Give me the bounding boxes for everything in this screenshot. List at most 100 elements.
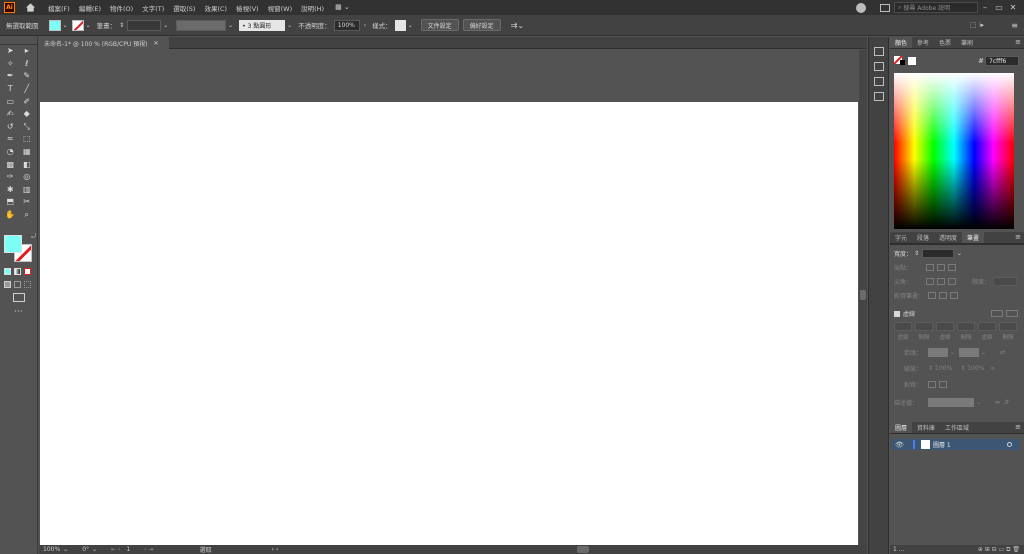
- shaper-tool-icon[interactable]: ✍: [5, 109, 15, 119]
- style-swatch[interactable]: [394, 19, 406, 31]
- selection-tool-icon[interactable]: ➤: [5, 46, 15, 56]
- layer-row[interactable]: 👁 圖層 1: [892, 439, 1020, 450]
- chevron-right-icon[interactable]: ›: [364, 22, 366, 29]
- lasso-tool-icon[interactable]: ℓ: [22, 59, 32, 69]
- arrow-place-icon[interactable]: [939, 381, 948, 388]
- rectangle-tool-icon[interactable]: ▭: [5, 97, 15, 107]
- tab-libraries[interactable]: 資料庫: [912, 422, 940, 433]
- panel-menu-icon[interactable]: ≡: [1015, 423, 1021, 431]
- menu-object[interactable]: 物件(O): [110, 3, 133, 13]
- line-tool-icon[interactable]: ╱: [22, 84, 32, 94]
- document-setup-button[interactable]: 文件設定: [420, 19, 459, 31]
- tab-stroke[interactable]: 筆畫: [962, 232, 985, 243]
- preferences-button[interactable]: 偏好設定: [462, 19, 501, 31]
- menu-window[interactable]: 視窗(W): [268, 3, 293, 13]
- chevron-right-icon[interactable]: ›: [272, 546, 274, 553]
- user-icon[interactable]: [856, 2, 866, 13]
- chevron-down-icon[interactable]: ⌄: [976, 399, 981, 406]
- profile-select[interactable]: [928, 398, 975, 407]
- dash-input-3[interactable]: [978, 322, 996, 331]
- stepper-icon[interactable]: ⇕: [928, 365, 933, 372]
- curvature-tool-icon[interactable]: ✎: [22, 71, 32, 81]
- menu-select[interactable]: 選取(S): [173, 3, 195, 13]
- fill-swatch[interactable]: [48, 19, 61, 31]
- direct-selection-tool-icon[interactable]: ▸: [22, 46, 32, 56]
- link-icon[interactable]: ∞: [990, 365, 995, 372]
- chevron-down-icon[interactable]: ⌄: [63, 22, 68, 29]
- menu-edit[interactable]: 編輯(E): [79, 3, 101, 13]
- weight-input[interactable]: [922, 249, 955, 258]
- arrow-extend-icon[interactable]: [928, 381, 937, 388]
- eraser-tool-icon[interactable]: ◆: [22, 109, 32, 119]
- close-icon[interactable]: ✕: [154, 40, 159, 47]
- gradient-tool-icon[interactable]: ◧: [22, 160, 32, 170]
- graph-tool-icon[interactable]: ▥: [22, 185, 32, 195]
- gap-input-1[interactable]: [915, 322, 933, 331]
- minimize-button[interactable]: –: [978, 3, 992, 12]
- panel-menu-icon[interactable]: ≡: [1015, 233, 1021, 241]
- dashed-checkbox[interactable]: [894, 310, 900, 317]
- flip-across-icon[interactable]: ⇹: [995, 399, 1000, 406]
- hand-tool-icon[interactable]: ✋: [5, 210, 15, 220]
- blend-tool-icon[interactable]: ◎: [22, 172, 32, 182]
- dash-align-icon[interactable]: [1006, 310, 1019, 317]
- zoom-level[interactable]: 100%: [43, 546, 60, 553]
- chevron-down-icon[interactable]: ⌄: [957, 250, 962, 257]
- black-swatch[interactable]: [900, 60, 905, 65]
- menu-view[interactable]: 檢視(V): [236, 3, 259, 13]
- draw-inside-icon[interactable]: [24, 281, 31, 288]
- panel-toggle-icon[interactable]: [880, 3, 890, 12]
- rotation-value[interactable]: 0°: [82, 546, 89, 553]
- dash-preserve-icon[interactable]: [991, 310, 1004, 317]
- close-button[interactable]: ✕: [1006, 3, 1020, 12]
- tab-swatches[interactable]: 色票: [934, 37, 956, 48]
- chevron-down-icon[interactable]: ⌄: [163, 22, 168, 29]
- round-join-icon[interactable]: [937, 278, 946, 285]
- hex-input[interactable]: 7cfff6: [985, 56, 1019, 66]
- tab-character[interactable]: 字元: [890, 232, 912, 243]
- properties-icon[interactable]: [873, 47, 884, 56]
- maximize-button[interactable]: ▭: [992, 3, 1006, 12]
- free-transform-tool-icon[interactable]: ⬚: [22, 134, 32, 144]
- arrow-end-select[interactable]: [959, 348, 980, 357]
- round-cap-icon[interactable]: [937, 264, 946, 271]
- tools-grip[interactable]: [0, 37, 37, 45]
- tab-color-guide[interactable]: 參考: [912, 37, 934, 48]
- white-swatch[interactable]: [908, 57, 916, 65]
- artboard-tool-icon[interactable]: ⬒: [5, 197, 15, 207]
- symbol-sprayer-tool-icon[interactable]: ✱: [5, 185, 15, 195]
- screen-mode-icon[interactable]: [13, 293, 25, 302]
- tab-brushes[interactable]: 筆刷: [956, 37, 978, 48]
- align-center-icon[interactable]: [928, 292, 937, 299]
- fill-color-box[interactable]: [4, 235, 22, 253]
- projecting-cap-icon[interactable]: [948, 264, 957, 271]
- chevron-down-icon[interactable]: ⌄: [287, 22, 292, 29]
- limit-input[interactable]: [993, 277, 1018, 286]
- panel-menu-icon[interactable]: ≡: [1015, 38, 1021, 46]
- opacity-input[interactable]: 100%: [333, 19, 360, 31]
- workspace-switcher[interactable]: ▦ ⌄: [335, 3, 350, 13]
- magic-wand-tool-icon[interactable]: ✧: [5, 59, 15, 69]
- chevron-left-icon[interactable]: ‹: [276, 546, 278, 553]
- scale-tool-icon[interactable]: ⤡: [22, 122, 32, 132]
- artboard-nav-prev[interactable]: ⇤ ‹: [111, 546, 120, 553]
- gradient-mode-icon[interactable]: [14, 268, 21, 275]
- stepper-icon[interactable]: ⇕: [960, 365, 965, 372]
- mesh-tool-icon[interactable]: ▩: [5, 160, 15, 170]
- menu-help[interactable]: 說明(H): [301, 3, 324, 13]
- tab-layers[interactable]: 圖層: [890, 422, 913, 433]
- stepper-icon[interactable]: ⇕: [119, 22, 124, 29]
- brush-definition-select[interactable]: • 3 點圓形: [239, 19, 286, 31]
- shape-builder-tool-icon[interactable]: ◔: [5, 147, 15, 157]
- gap-input-3[interactable]: [999, 322, 1017, 331]
- target-icon[interactable]: [1007, 442, 1012, 447]
- align-icon[interactable]: ⬚ ⫶▸: [970, 21, 984, 30]
- artboard-nav-next[interactable]: › ⇥: [144, 546, 153, 553]
- tab-artboards[interactable]: 工作區域: [940, 422, 974, 433]
- stroke-swatch[interactable]: [71, 19, 84, 31]
- home-icon[interactable]: [25, 2, 36, 13]
- pen-tool-icon[interactable]: ✒: [5, 71, 15, 81]
- color-mode-icon[interactable]: [4, 268, 11, 275]
- chevron-down-icon[interactable]: ⌄: [950, 349, 955, 356]
- align-outside-icon[interactable]: [950, 292, 959, 299]
